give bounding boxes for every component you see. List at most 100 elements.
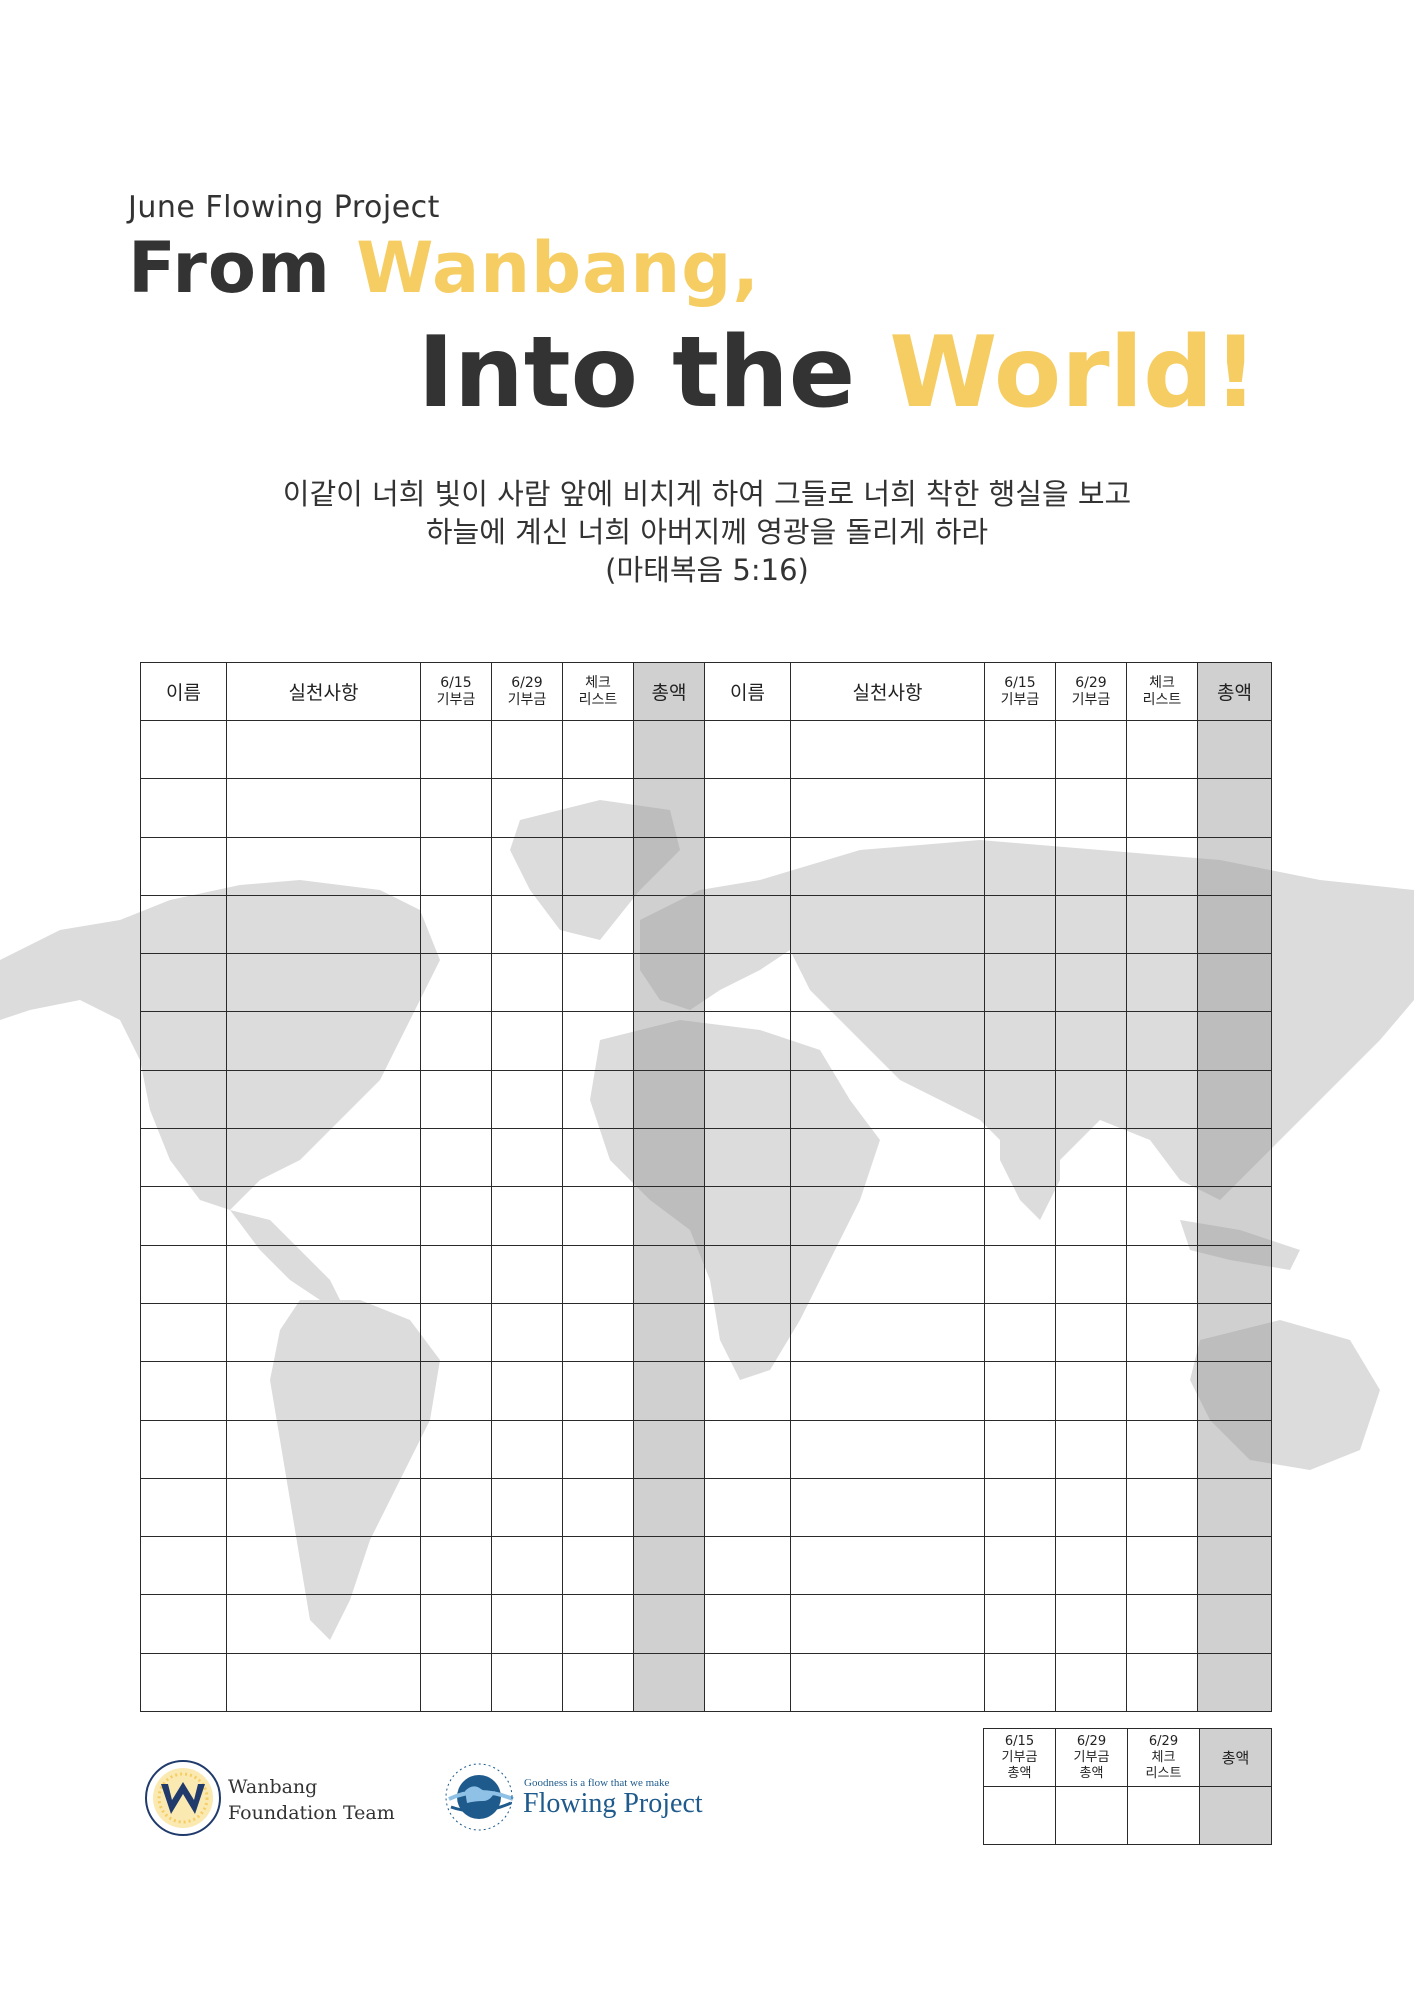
cell-practice[interactable]: [226, 1594, 421, 1654]
cell-donation-0615[interactable]: [420, 719, 492, 780]
cell-practice[interactable]: [790, 894, 985, 955]
cell-practice[interactable]: [790, 1652, 985, 1713]
cell-checklist[interactable]: [562, 1536, 634, 1596]
cell-donation-0629[interactable]: [491, 1419, 563, 1479]
cell-checklist[interactable]: [1126, 1069, 1198, 1130]
cell-checklist[interactable]: [1126, 1361, 1198, 1421]
cell-total[interactable]: [1197, 1302, 1272, 1363]
cell-name[interactable]: [704, 1419, 791, 1479]
cell-practice[interactable]: [226, 719, 421, 780]
cell-total[interactable]: [633, 894, 705, 955]
cell-donation-0629[interactable]: [1055, 1128, 1127, 1188]
cell-checklist[interactable]: [1126, 836, 1198, 896]
cell-donation-0629[interactable]: [491, 1536, 563, 1596]
cell-checklist[interactable]: [1126, 719, 1198, 780]
cell-checklist[interactable]: [1126, 1302, 1198, 1363]
cell-donation-0615[interactable]: [984, 719, 1056, 780]
cell-practice[interactable]: [790, 1477, 985, 1538]
cell-total[interactable]: [1197, 1652, 1272, 1713]
cell-donation-0615[interactable]: [984, 778, 1056, 838]
cell-practice[interactable]: [226, 1069, 421, 1130]
cell-name[interactable]: [704, 1069, 791, 1130]
cell-practice[interactable]: [790, 1302, 985, 1363]
cell-name[interactable]: [140, 1477, 227, 1538]
cell-name[interactable]: [704, 1244, 791, 1304]
cell-donation-0615[interactable]: [984, 1477, 1056, 1538]
cell-name[interactable]: [140, 1302, 227, 1363]
cell-name[interactable]: [140, 1186, 227, 1246]
cell-practice[interactable]: [790, 719, 985, 780]
cell-checklist[interactable]: [562, 836, 634, 896]
cell-donation-0615[interactable]: [984, 1128, 1056, 1188]
cell-name[interactable]: [704, 1011, 791, 1071]
cell-checklist[interactable]: [1126, 1536, 1198, 1596]
cell-checklist[interactable]: [562, 894, 634, 955]
cell-name[interactable]: [140, 1419, 227, 1479]
cell-donation-0629[interactable]: [491, 836, 563, 896]
cell-donation-0629[interactable]: [491, 1011, 563, 1071]
cell-donation-0615[interactable]: [420, 836, 492, 896]
cell-name[interactable]: [140, 1594, 227, 1654]
cell-checklist[interactable]: [1126, 1594, 1198, 1654]
cell-total[interactable]: [633, 1536, 705, 1596]
cell-checklist[interactable]: [1126, 1244, 1198, 1304]
cell-donation-0615[interactable]: [984, 894, 1056, 955]
cell-donation-0615[interactable]: [420, 1361, 492, 1421]
cell-practice[interactable]: [226, 1128, 421, 1188]
summary-total-cell[interactable]: [1199, 1786, 1272, 1845]
cell-total[interactable]: [633, 1361, 705, 1421]
cell-practice[interactable]: [226, 1011, 421, 1071]
cell-donation-0615[interactable]: [420, 1128, 492, 1188]
cell-total[interactable]: [1197, 953, 1272, 1013]
cell-practice[interactable]: [226, 953, 421, 1013]
cell-checklist[interactable]: [1126, 778, 1198, 838]
cell-total[interactable]: [633, 778, 705, 838]
cell-total[interactable]: [1197, 719, 1272, 780]
cell-donation-0629[interactable]: [1055, 1594, 1127, 1654]
cell-donation-0629[interactable]: [1055, 1011, 1127, 1071]
cell-total[interactable]: [633, 1477, 705, 1538]
cell-total[interactable]: [1197, 1536, 1272, 1596]
cell-donation-0629[interactable]: [1055, 836, 1127, 896]
cell-name[interactable]: [704, 1128, 791, 1188]
cell-donation-0615[interactable]: [420, 953, 492, 1013]
cell-checklist[interactable]: [1126, 1652, 1198, 1713]
cell-donation-0615[interactable]: [984, 1302, 1056, 1363]
cell-donation-0615[interactable]: [420, 894, 492, 955]
cell-total[interactable]: [1197, 894, 1272, 955]
cell-donation-0629[interactable]: [491, 1244, 563, 1304]
cell-total[interactable]: [1197, 1128, 1272, 1188]
cell-donation-0615[interactable]: [420, 778, 492, 838]
cell-donation-0629[interactable]: [1055, 719, 1127, 780]
cell-name[interactable]: [704, 836, 791, 896]
cell-checklist[interactable]: [562, 778, 634, 838]
cell-practice[interactable]: [226, 894, 421, 955]
cell-checklist[interactable]: [562, 1419, 634, 1479]
cell-name[interactable]: [704, 1186, 791, 1246]
cell-name[interactable]: [140, 1069, 227, 1130]
cell-total[interactable]: [1197, 1011, 1272, 1071]
cell-checklist[interactable]: [1126, 894, 1198, 955]
cell-checklist[interactable]: [1126, 1477, 1198, 1538]
cell-donation-0615[interactable]: [984, 836, 1056, 896]
cell-name[interactable]: [704, 1302, 791, 1363]
cell-donation-0615[interactable]: [420, 1477, 492, 1538]
cell-donation-0615[interactable]: [420, 1302, 492, 1363]
cell-checklist[interactable]: [562, 953, 634, 1013]
cell-total[interactable]: [633, 719, 705, 780]
cell-name[interactable]: [704, 1536, 791, 1596]
cell-donation-0615[interactable]: [420, 1069, 492, 1130]
cell-total[interactable]: [1197, 1361, 1272, 1421]
cell-donation-0615[interactable]: [420, 1594, 492, 1654]
cell-name[interactable]: [140, 1652, 227, 1713]
cell-donation-0629[interactable]: [491, 953, 563, 1013]
cell-donation-0615[interactable]: [420, 1186, 492, 1246]
cell-practice[interactable]: [226, 1186, 421, 1246]
cell-checklist[interactable]: [562, 719, 634, 780]
cell-donation-0615[interactable]: [984, 1069, 1056, 1130]
cell-total[interactable]: [633, 1011, 705, 1071]
cell-donation-0629[interactable]: [491, 1128, 563, 1188]
cell-checklist[interactable]: [562, 1361, 634, 1421]
cell-total[interactable]: [1197, 1419, 1272, 1479]
summary-cell[interactable]: [983, 1786, 1056, 1845]
